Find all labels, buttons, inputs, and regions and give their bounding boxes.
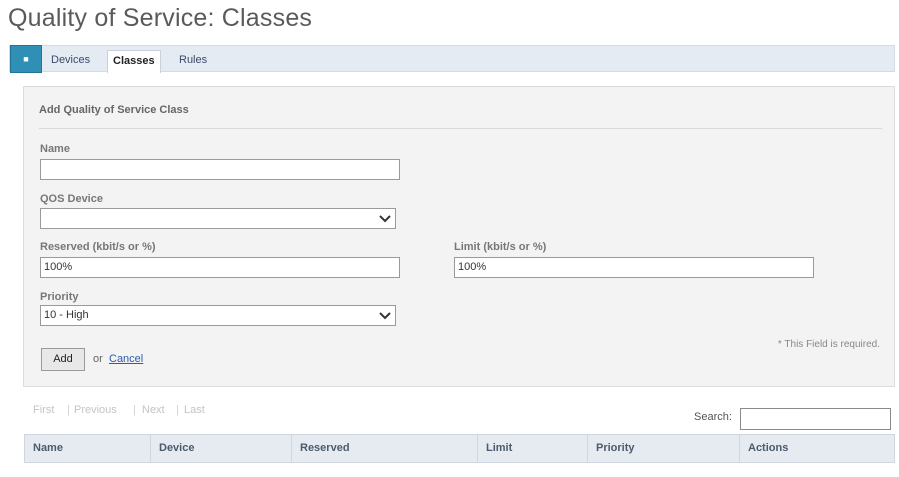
tab-home[interactable]: ■ [10,45,42,73]
limit-field[interactable]: 100% [454,257,814,278]
qos-device-select[interactable] [40,208,396,229]
name-field[interactable] [40,159,400,180]
priority-label: Priority [40,291,79,303]
column-header-priority[interactable]: Priority [587,435,739,462]
qos-device-label: QOS Device [40,193,103,205]
pager-last[interactable]: Last [184,404,205,416]
priority-value: 10 - High [44,309,89,321]
chevron-down-icon [379,215,391,223]
priority-select[interactable]: 10 - High [40,305,396,326]
name-label: Name [40,143,70,155]
pager-separator: | [67,404,70,416]
or-text: or [93,353,103,365]
chevron-down-icon [379,312,391,320]
search-label: Search: [694,411,732,423]
add-class-panel: Add Quality of Service Class Name QOS De… [23,86,895,387]
pager-separator: | [133,404,136,416]
column-header-reserved[interactable]: Reserved [291,435,477,462]
tab-devices[interactable]: Devices [46,50,95,72]
required-note: * This Field is required. [777,339,880,350]
limit-label: Limit (kbit/s or %) [454,241,547,253]
page-title: Quality of Service: Classes [8,4,313,32]
reserved-label: Reserved (kbit/s or %) [40,241,156,253]
table-header: Name Device Reserved Limit Priority Acti… [24,434,895,463]
reserved-field[interactable]: 100% [40,257,400,278]
tab-classes[interactable]: Classes [107,50,161,73]
panel-title: Add Quality of Service Class [39,104,189,116]
column-header-limit[interactable]: Limit [477,435,587,462]
tab-rules[interactable]: Rules [174,50,212,72]
home-icon: ■ [23,54,29,64]
tab-bar: ■ Devices Classes Rules [9,45,895,73]
column-header-device[interactable]: Device [150,435,291,462]
search-input[interactable] [740,408,891,430]
pager-first[interactable]: First [33,404,54,416]
cancel-link[interactable]: Cancel [109,353,143,365]
pager-separator: | [176,404,179,416]
panel-divider [39,128,882,129]
column-header-actions: Actions [739,435,894,462]
pager-next[interactable]: Next [142,404,165,416]
pager-previous[interactable]: Previous [74,404,117,416]
add-button[interactable]: Add [41,348,85,371]
column-header-name[interactable]: Name [25,435,150,462]
